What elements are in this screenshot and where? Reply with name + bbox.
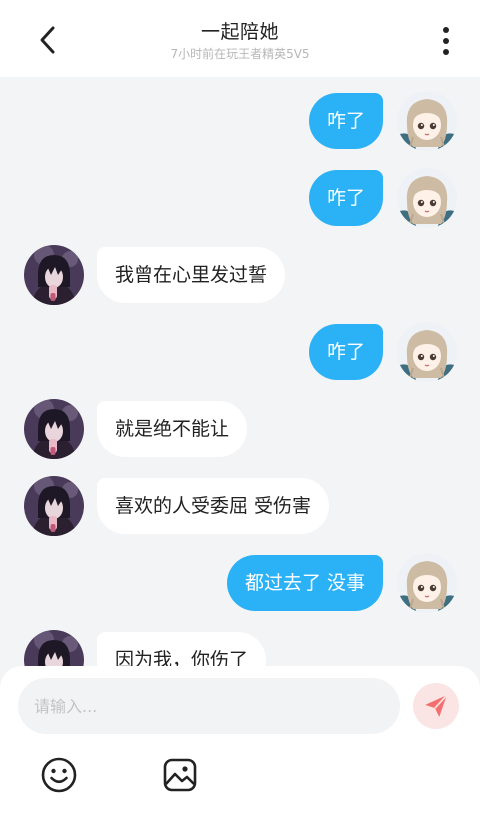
message-bubble[interactable]: 就是绝不能让	[97, 401, 248, 457]
message-row: 因为我，你伤了	[0, 630, 480, 666]
chat-status: 7小时前在玩王者精英5V5	[170, 47, 310, 61]
image-icon	[163, 758, 197, 792]
message-bubble[interactable]: 都过去了 没事	[226, 555, 383, 611]
message-bubble[interactable]: 因为我，你伤了	[97, 632, 267, 666]
message-list[interactable]: 咋了 咋了 我曾在心里发过誓 咋了 就是绝不能让 喜欢的人受委屈 受伤害 都过去…	[0, 77, 480, 666]
message-bubble[interactable]: 喜欢的人受委屈 受伤害	[97, 478, 330, 534]
contact-avatar[interactable]	[24, 630, 84, 666]
send-icon	[425, 694, 448, 717]
my-avatar[interactable]	[397, 322, 457, 382]
image-picker-button[interactable]	[161, 756, 199, 794]
more-vertical-icon	[443, 27, 449, 33]
message-row: 就是绝不能让	[0, 399, 480, 461]
message-bubble[interactable]: 我曾在心里发过誓	[97, 247, 286, 303]
contact-avatar[interactable]	[24, 476, 84, 536]
my-avatar[interactable]	[397, 91, 457, 151]
message-row: 咋了	[0, 322, 480, 384]
message-row: 喜欢的人受委屈 受伤害	[0, 476, 480, 538]
message-row: 都过去了 没事	[0, 553, 480, 615]
send-button[interactable]	[413, 683, 459, 729]
message-row: 我曾在心里发过誓	[0, 245, 480, 307]
message-bubble[interactable]: 咋了	[308, 93, 383, 149]
chat-header: 一起陪她 7小时前在玩王者精英5V5	[0, 0, 480, 77]
composer-panel	[0, 666, 480, 823]
message-input[interactable]	[18, 678, 400, 734]
chat-title: 一起陪她	[200, 21, 279, 43]
my-avatar[interactable]	[397, 553, 457, 613]
message-row: 咋了	[0, 168, 480, 230]
message-row: 咋了	[0, 91, 480, 153]
emoji-button[interactable]	[40, 756, 78, 794]
more-button[interactable]	[432, 24, 460, 58]
my-avatar[interactable]	[397, 168, 457, 228]
contact-avatar[interactable]	[24, 399, 84, 459]
message-bubble[interactable]: 咋了	[308, 324, 383, 380]
contact-avatar[interactable]	[24, 245, 84, 305]
smiley-icon	[41, 757, 77, 793]
message-bubble[interactable]: 咋了	[308, 170, 383, 226]
